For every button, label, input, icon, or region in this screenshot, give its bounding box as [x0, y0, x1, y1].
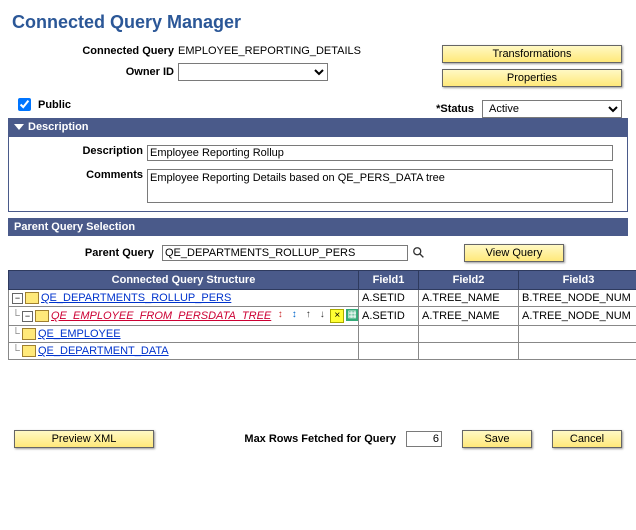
folder-icon — [22, 328, 36, 340]
folder-icon — [35, 310, 49, 322]
folder-icon — [22, 345, 36, 357]
description-input[interactable] — [147, 145, 613, 161]
tree-toggle-icon[interactable]: − — [12, 293, 23, 304]
status-select[interactable]: Active — [482, 100, 622, 118]
col-field3-header: Field3 — [519, 271, 636, 290]
description-label: Description — [17, 145, 147, 157]
table-row: └−QE_EMPLOYEE_FROM_PERSDATA_TREE↕↕↑↓×▦⧉A… — [9, 307, 636, 326]
cell-field1: A.SETID — [359, 307, 419, 326]
tree-node-link[interactable]: QE_EMPLOYEE_FROM_PERSDATA_TREE — [51, 310, 271, 322]
grid-icon[interactable]: ▦ — [346, 309, 358, 321]
cell-field1 — [359, 326, 419, 343]
public-label: Public — [38, 99, 71, 111]
table-row: − QE_DEPARTMENTS_ROLLUP_PERS A.SETIDA.TREE… — [9, 290, 636, 307]
parent-query-section-bar: Parent Query Selection — [8, 218, 628, 236]
cell-field2 — [419, 343, 519, 360]
view-query-button[interactable]: View Query — [464, 244, 564, 262]
tree-node-link[interactable]: QE_DEPARTMENT_DATA — [38, 345, 169, 357]
tree-toggle-icon[interactable]: − — [22, 311, 33, 322]
col-field1-header: Field1 — [359, 271, 419, 290]
parent-query-section-title: Parent Query Selection — [14, 221, 135, 233]
insert-child-icon[interactable]: ↕ — [288, 309, 300, 321]
transformations-button[interactable]: Transformations — [442, 45, 622, 63]
description-section-title: Description — [28, 121, 89, 133]
connected-query-structure-table: Connected Query Structure Field1 Field2 … — [8, 270, 636, 360]
tree-node-link[interactable]: QE_DEPARTMENTS_ROLLUP_PERS — [41, 292, 231, 304]
description-section-bar[interactable]: Description — [8, 118, 628, 136]
cell-field3 — [519, 343, 636, 360]
down-icon[interactable]: ↓ — [316, 309, 328, 321]
cell-field2: A.TREE_NAME — [419, 290, 519, 307]
cell-field3: A.TREE_NODE_NUM — [519, 307, 636, 326]
col-structure-header: Connected Query Structure — [9, 271, 359, 290]
cell-field1: A.SETID — [359, 290, 419, 307]
connected-query-value: EMPLOYEE_REPORTING_DETAILS — [178, 45, 408, 57]
table-row: └QE_EMPLOYEE — [9, 326, 636, 343]
tree-node-link[interactable]: QE_EMPLOYEE — [38, 328, 121, 340]
save-button[interactable]: Save — [462, 430, 532, 448]
public-checkbox[interactable] — [18, 98, 31, 111]
owner-id-select[interactable] — [178, 63, 328, 81]
cell-field2: A.TREE_NAME — [419, 307, 519, 326]
delete-icon[interactable]: × — [330, 309, 344, 323]
comments-label: Comments — [17, 169, 147, 181]
table-row: └QE_DEPARTMENT_DATA — [9, 343, 636, 360]
cell-field3: B.TREE_NODE_NUM — [519, 290, 636, 307]
search-icon[interactable] — [412, 246, 426, 260]
connected-query-label: Connected Query — [8, 45, 178, 57]
cell-field2 — [419, 326, 519, 343]
max-rows-input[interactable] — [406, 431, 442, 447]
col-field2-header: Field2 — [419, 271, 519, 290]
owner-id-label: Owner ID — [8, 66, 178, 78]
collapse-icon — [14, 124, 24, 130]
preview-xml-button[interactable]: Preview XML — [14, 430, 154, 448]
cancel-button[interactable]: Cancel — [552, 430, 622, 448]
cell-field1 — [359, 343, 419, 360]
folder-icon — [25, 292, 39, 304]
page-title: Connected Query Manager — [12, 12, 628, 33]
comments-textarea[interactable] — [147, 169, 613, 203]
properties-button[interactable]: Properties — [442, 69, 622, 87]
up-icon[interactable]: ↑ — [302, 309, 314, 321]
insert-sibling-icon[interactable]: ↕ — [274, 309, 286, 321]
cell-field3 — [519, 326, 636, 343]
parent-query-label: Parent Query — [14, 247, 158, 259]
status-label: *Status — [436, 103, 478, 115]
parent-query-input[interactable] — [162, 245, 408, 261]
max-rows-label: Max Rows Fetched for Query — [244, 433, 400, 445]
